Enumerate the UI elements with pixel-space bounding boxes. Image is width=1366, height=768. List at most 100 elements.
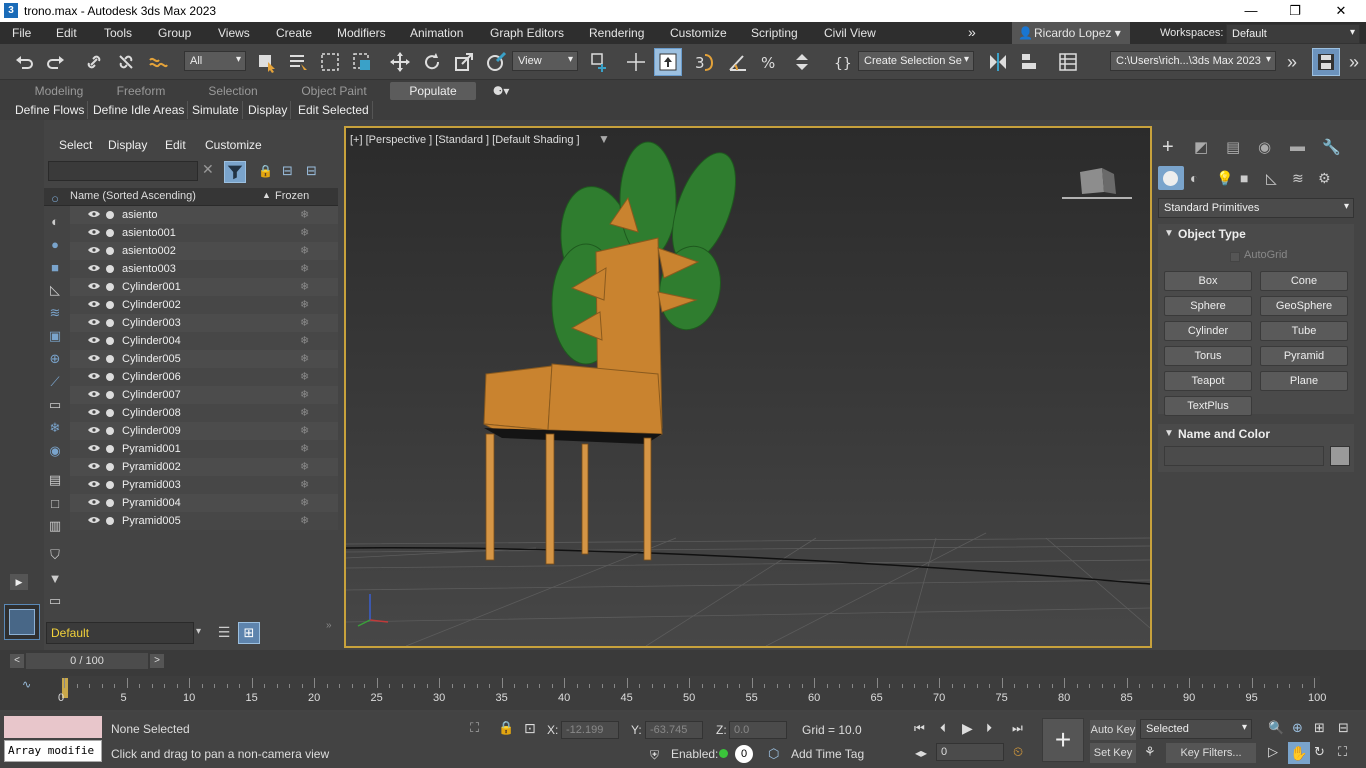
list-item[interactable]: Pyramid005 ❄ (70, 512, 338, 530)
menu-file[interactable]: File (12, 26, 31, 40)
user-menu[interactable]: 👤 Ricardo Lopez ▾ (1012, 22, 1130, 44)
toolbar-expand-icon[interactable]: » (1340, 48, 1366, 76)
placement-icon[interactable] (482, 48, 510, 76)
bind-space-warp-icon[interactable] (144, 48, 172, 76)
go-to-end-icon[interactable]: ⏭ (1012, 721, 1023, 736)
visibility-eye-icon[interactable] (88, 282, 100, 290)
render-dot-icon[interactable] (106, 517, 114, 525)
list-item[interactable]: asiento003 ❄ (70, 260, 338, 278)
list-item[interactable]: Cylinder006 ❄ (70, 368, 338, 386)
key-filters-icon[interactable]: ⚘ (1144, 744, 1156, 760)
se-menu-select[interactable]: Select (59, 138, 92, 152)
se-menu-edit[interactable]: Edit (165, 138, 186, 152)
define-flows-button[interactable]: Define Flows (12, 101, 89, 119)
sphere-button[interactable]: Sphere (1164, 296, 1252, 316)
torus-button[interactable]: Torus (1164, 346, 1252, 366)
zoom-extents-icon[interactable]: ⊞ (1314, 720, 1325, 736)
render-dot-icon[interactable] (106, 463, 114, 471)
maxscript-listener[interactable] (4, 716, 102, 738)
toolbar-overflow-icon[interactable]: » (1278, 48, 1306, 76)
column-frozen-header[interactable]: Frozen (275, 190, 309, 202)
lights-icon[interactable]: 💡 (1216, 170, 1233, 187)
tab-freeform[interactable]: Freeform (100, 82, 182, 100)
auto-key-button[interactable]: Auto Key (1090, 720, 1136, 740)
layer-explorer-icon[interactable]: ☰ (214, 624, 234, 644)
utilities-tab-icon[interactable]: 🔧 (1322, 138, 1341, 156)
visibility-eye-icon[interactable] (88, 228, 100, 236)
list-item[interactable]: Cylinder004 ❄ (70, 332, 338, 350)
groups-filter-icon[interactable]: ▣ (45, 326, 65, 346)
freeze-icon[interactable]: ❄ (300, 404, 309, 422)
display-button[interactable]: Display (245, 101, 292, 119)
freeze-icon[interactable]: ❄ (300, 512, 309, 530)
visibility-eye-icon[interactable] (88, 498, 100, 506)
unlink-icon[interactable] (112, 48, 140, 76)
freeze-icon[interactable]: ❄ (300, 440, 309, 458)
systems-icon[interactable]: ⚙ (1318, 170, 1331, 187)
freeze-icon[interactable]: ❄ (300, 296, 309, 314)
rollout-collapse-icon[interactable]: ▼ (1164, 428, 1174, 439)
add-time-tag[interactable]: Add Time Tag (791, 747, 864, 761)
bones-filter-icon[interactable]: ⟋ (45, 372, 65, 392)
render-dot-icon[interactable] (106, 283, 114, 291)
menu-rendering[interactable]: Rendering (589, 26, 644, 40)
zoom-icon[interactable]: 🔍 (1268, 720, 1284, 736)
teapot-button[interactable]: Teapot (1164, 371, 1252, 391)
name-color-title[interactable]: Name and Color (1178, 427, 1270, 441)
undo-icon[interactable] (10, 48, 38, 76)
key-mode-icon[interactable]: ◂▸ (915, 746, 927, 760)
cameras-icon[interactable]: ■ (1240, 170, 1248, 186)
select-by-name-icon[interactable] (284, 48, 312, 76)
time-tag-icon[interactable]: ⬡ (768, 746, 779, 762)
visibility-eye-icon[interactable] (88, 408, 100, 416)
layer-field[interactable]: Default (46, 622, 194, 644)
simulate-button[interactable]: Simulate (189, 101, 243, 119)
play-icon[interactable]: ▶ (962, 720, 973, 737)
maximize-button[interactable]: ❐ (1272, 1, 1318, 21)
list-item[interactable]: Cylinder007 ❄ (70, 386, 338, 404)
filter-icon[interactable] (224, 161, 246, 183)
isolate-icon[interactable]: ⛶ (470, 720, 479, 736)
list-item[interactable]: Pyramid002 ❄ (70, 458, 338, 476)
visibility-eye-icon[interactable] (88, 426, 100, 434)
menu-group[interactable]: Group (158, 26, 191, 40)
workspaces-dropdown[interactable]: Default (1226, 24, 1360, 44)
keyboard-shortcut-override-icon[interactable] (654, 48, 682, 76)
render-dot-icon[interactable] (106, 499, 114, 507)
freeze-icon[interactable]: ❄ (300, 224, 309, 242)
none-filter-icon[interactable]: □ (45, 493, 65, 513)
pan-view-icon[interactable]: ✋ (1288, 742, 1310, 764)
freeze-icon[interactable]: ❄ (300, 458, 309, 476)
visibility-eye-icon[interactable] (88, 372, 100, 380)
render-dot-icon[interactable] (106, 445, 114, 453)
y-coordinate-field[interactable]: -63.745 (645, 721, 703, 739)
visibility-eye-icon[interactable] (88, 246, 100, 254)
cylinder-button[interactable]: Cylinder (1164, 321, 1252, 341)
zoom-extents-all-icon[interactable]: ⊟ (1338, 720, 1349, 736)
render-dot-icon[interactable] (106, 229, 114, 237)
frozen-filter-icon[interactable]: ❄ (45, 418, 65, 438)
filter-icon-2[interactable]: ▼ (45, 568, 65, 588)
plane-button[interactable]: Plane (1260, 371, 1348, 391)
freeze-icon[interactable]: ❄ (300, 260, 309, 278)
list-item[interactable]: Pyramid004 ❄ (70, 494, 338, 512)
reference-coordinate-dropdown[interactable]: View (512, 51, 578, 71)
cameras-filter-icon[interactable]: ■ (45, 257, 65, 277)
adaptive-degradation-icon[interactable]: ⛨ (650, 748, 659, 763)
enabled-count-badge[interactable]: 0 (735, 745, 753, 763)
visibility-eye-icon[interactable] (88, 264, 100, 272)
curve-editor-icon[interactable]: ∿ (22, 678, 31, 691)
redo-icon[interactable] (42, 48, 70, 76)
track-bar[interactable]: 0 5 10 15 20 25 30 35 40 45 50 55 60 65 70 75 80 85 90 95 10… (58, 676, 1326, 710)
visibility-eye-icon[interactable] (88, 210, 100, 218)
freeze-icon[interactable]: ❄ (300, 242, 309, 260)
render-dot-icon[interactable] (106, 247, 114, 255)
render-dot-icon[interactable] (106, 427, 114, 435)
edit-selected-button[interactable]: Edit Selected (295, 101, 373, 119)
visibility-eye-icon[interactable] (88, 300, 100, 308)
visibility-eye-icon[interactable] (88, 390, 100, 398)
hidden-filter-icon[interactable]: ◉ (45, 441, 65, 461)
search-input[interactable] (48, 161, 198, 181)
render-dot-icon[interactable] (106, 391, 114, 399)
hierarchy-icon[interactable]: ⊟ (282, 163, 293, 179)
